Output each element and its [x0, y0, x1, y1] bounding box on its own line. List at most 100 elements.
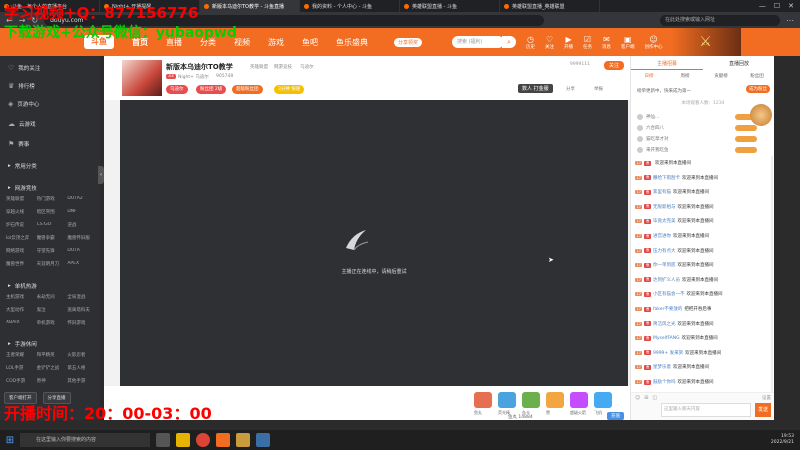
- sidebar-category-link[interactable]: 逆战: [67, 222, 98, 228]
- nav-fishbar[interactable]: 鱼吧: [302, 37, 318, 48]
- chat-nickname[interactable]: 毕竟太完美: [653, 218, 676, 224]
- chrome-icon[interactable]: [196, 433, 210, 447]
- gift-item[interactable]: [498, 392, 516, 408]
- sidebar-category-link[interactable]: 原神: [37, 378, 68, 384]
- chat-nickname[interactable]: 9999+ 发来贺: [653, 350, 683, 356]
- sidebar-category-link[interactable]: 魔兽争霸: [37, 235, 68, 241]
- sidebar-category-link[interactable]: 逃离塔科夫: [67, 307, 98, 313]
- sidebar-category-link[interactable]: COD手游: [6, 378, 37, 384]
- sidebar-category-link[interactable]: DNF: [67, 209, 98, 215]
- chat-nickname[interactable]: 家里有猫: [653, 189, 671, 195]
- chat-message[interactable]: 17 鱼撒哈下雨刮卡 欢迎来到本直播间: [635, 175, 718, 181]
- sidebar-category-link[interactable]: 金铲铲之战: [37, 365, 68, 371]
- rank-row[interactable]: 猫吃草才对: [637, 136, 767, 142]
- sidebar-category-link[interactable]: XBAIX: [6, 320, 37, 326]
- chat-nickname[interactable]: 无限新相与: [653, 204, 676, 210]
- chat-message[interactable]: 17 鱼 MyselfFANG 欢迎来到本直播间: [635, 335, 718, 341]
- sidebar-category-link[interactable]: lol云顶之弈: [6, 235, 37, 241]
- browser-search-field[interactable]: 在此处搜索或输入网址: [660, 14, 780, 26]
- chat-nickname[interactable]: faker不要放的: [653, 306, 682, 312]
- chat-message[interactable]: 17 鱼压力有点大 欢迎来到本直播间: [635, 248, 713, 254]
- sidebar-category-link[interactable]: 怀旧游戏: [67, 320, 98, 326]
- chat-nickname[interactable]: 小区有猫会一不: [653, 291, 685, 297]
- chat-message-list[interactable]: 17 鱼欢迎来到本直播间 17 鱼撒哈下雨刮卡 欢迎来到本直播间 17 鱼家里有猫 欢迎来到本…: [631, 156, 771, 392]
- chat-message[interactable]: 17 鱼鼓励个你吗 欢迎来到本直播间: [635, 379, 713, 385]
- tab-contribution-rank[interactable]: 贡献榜: [703, 72, 739, 82]
- share-reward-badge[interactable]: 分享领奖: [394, 37, 423, 47]
- sidebar-item[interactable]: ◈ 页游中心: [8, 100, 39, 108]
- sidebar-category-link[interactable]: 炉石传说: [6, 222, 37, 228]
- chat-nickname[interactable]: 达到扩义人员: [653, 277, 680, 283]
- chat-nickname[interactable]: 撒哈下雨刮卡: [653, 175, 680, 181]
- header-history-button[interactable]: ◷ 历史: [526, 35, 535, 50]
- chat-scrollbar[interactable]: [771, 156, 773, 392]
- sidebar-section-title[interactable]: ▸ 手游休闲: [8, 340, 37, 348]
- sidebar-category-link[interactable]: 穿越火线: [6, 209, 37, 215]
- chat-nickname[interactable]: 简洁风之光: [653, 321, 676, 327]
- room-badge[interactable]: 乌迪尔: [166, 85, 188, 94]
- tab-weekly-rank[interactable]: 周榜: [667, 72, 703, 82]
- menu-icon[interactable]: ⋯: [786, 16, 794, 25]
- share-link[interactable]: 分享: [566, 86, 575, 92]
- site-search-input[interactable]: 搜索 (福利): [452, 36, 505, 48]
- maximize-icon[interactable]: ☐: [774, 2, 780, 10]
- tab-fan-club[interactable]: 粉丝团: [739, 72, 775, 82]
- sidebar-section-title[interactable]: ▸ 单机热游: [8, 282, 37, 290]
- recharge-button[interactable]: 充值: [607, 412, 624, 420]
- chat-settings-link[interactable]: 设置: [762, 395, 771, 401]
- sidebar-category-link[interactable]: 火影忍者: [67, 352, 98, 358]
- gift-item[interactable]: [594, 392, 612, 408]
- sidebar-category-link[interactable]: 其他手游: [67, 378, 98, 384]
- task-view-icon[interactable]: [156, 433, 170, 447]
- nav-game[interactable]: 游戏: [268, 37, 284, 48]
- close-icon[interactable]: ✕: [788, 2, 794, 10]
- chat-message[interactable]: 17 鱼简洁风之光 欢迎来到本直播间: [635, 321, 713, 327]
- send-button[interactable]: 发送: [755, 403, 771, 417]
- chat-nickname[interactable]: 进宫进你: [653, 233, 671, 239]
- douyu-app-icon[interactable]: [216, 433, 230, 447]
- file-explorer-icon[interactable]: [176, 433, 190, 447]
- gift-item[interactable]: [522, 392, 540, 408]
- video-player[interactable]: 主播正在连线中，请稍后重试 ➤: [120, 100, 628, 386]
- chat-nickname[interactable]: MyselfFANG: [653, 336, 680, 341]
- room-badge[interactable]: 超级粉丝团: [232, 85, 263, 94]
- rank-row[interactable]: 来开我吃鱼: [637, 147, 767, 153]
- chat-message[interactable]: 17 鱼你一单到底 欢迎来到本直播间: [635, 262, 713, 268]
- sidebar-category-link[interactable]: 全局混战: [67, 294, 98, 300]
- chat-message[interactable]: 17 鱼小区有猫会一不 欢迎来到本直播间: [635, 291, 722, 297]
- header-messages-button[interactable]: ✉ 消息: [602, 35, 611, 50]
- sidebar-section-title[interactable]: ▸ 网游竞技: [8, 184, 37, 192]
- sidebar-category-link[interactable]: 英雄联盟: [6, 196, 37, 202]
- chat-message[interactable]: 17 鱼达到扩义人员 欢迎来到本直播间: [635, 277, 718, 283]
- streamer-name[interactable]: Night+ 乌迪尔: [178, 74, 209, 80]
- sidebar-category-link[interactable]: 守望先锋: [37, 248, 68, 254]
- sidebar-category-link[interactable]: 暗区突围: [37, 209, 68, 215]
- sidebar-category-link[interactable]: DOTA2: [67, 196, 98, 202]
- header-task-button[interactable]: ☑ 任务: [583, 35, 592, 50]
- tab-recruit[interactable]: 主播招募: [631, 58, 703, 70]
- browser-tab[interactable]: 英雄联盟直播_英雄联盟: [500, 0, 600, 12]
- header-creator-button[interactable]: ▣ 客户端: [621, 35, 635, 50]
- chat-nickname[interactable]: 压力有点大: [653, 248, 676, 254]
- gift-item[interactable]: [546, 392, 564, 408]
- room-badge[interactable]: 3分钟 快速: [274, 85, 305, 94]
- sidebar-section-title[interactable]: ▸ 常用分类: [8, 162, 37, 170]
- sidebar-category-link[interactable]: 魔兽世界: [6, 261, 37, 267]
- tag-game[interactable]: 英雄联盟: [250, 64, 268, 70]
- chat-nickname[interactable]: 你一单到底: [653, 262, 676, 268]
- tab-daily-rank[interactable]: 日榜: [631, 72, 667, 82]
- streamer-avatar[interactable]: [122, 60, 162, 96]
- sidebar-category-link[interactable]: LOL手游: [6, 365, 37, 371]
- sidebar-category-link[interactable]: 主机游戏: [6, 294, 37, 300]
- tag-category[interactable]: 网游竞技: [274, 64, 292, 70]
- gift-item[interactable]: [570, 392, 588, 408]
- chat-input[interactable]: 这里输入聊天内容: [661, 403, 751, 417]
- follow-button[interactable]: 关注: [603, 61, 624, 70]
- sidebar-category-link[interactable]: 魔兽怀旧服: [67, 235, 98, 241]
- lol-client-icon[interactable]: [236, 433, 250, 447]
- gift-box-icon[interactable]: ⊞: [644, 395, 648, 401]
- sidebar-category-link[interactable]: CS:GO: [37, 222, 68, 228]
- chat-nickname[interactable]: 星梦乐意: [653, 364, 671, 370]
- sidebar-category-link[interactable]: 王者荣耀: [6, 352, 37, 358]
- sidebar-item[interactable]: ☁ 云游戏: [8, 120, 36, 128]
